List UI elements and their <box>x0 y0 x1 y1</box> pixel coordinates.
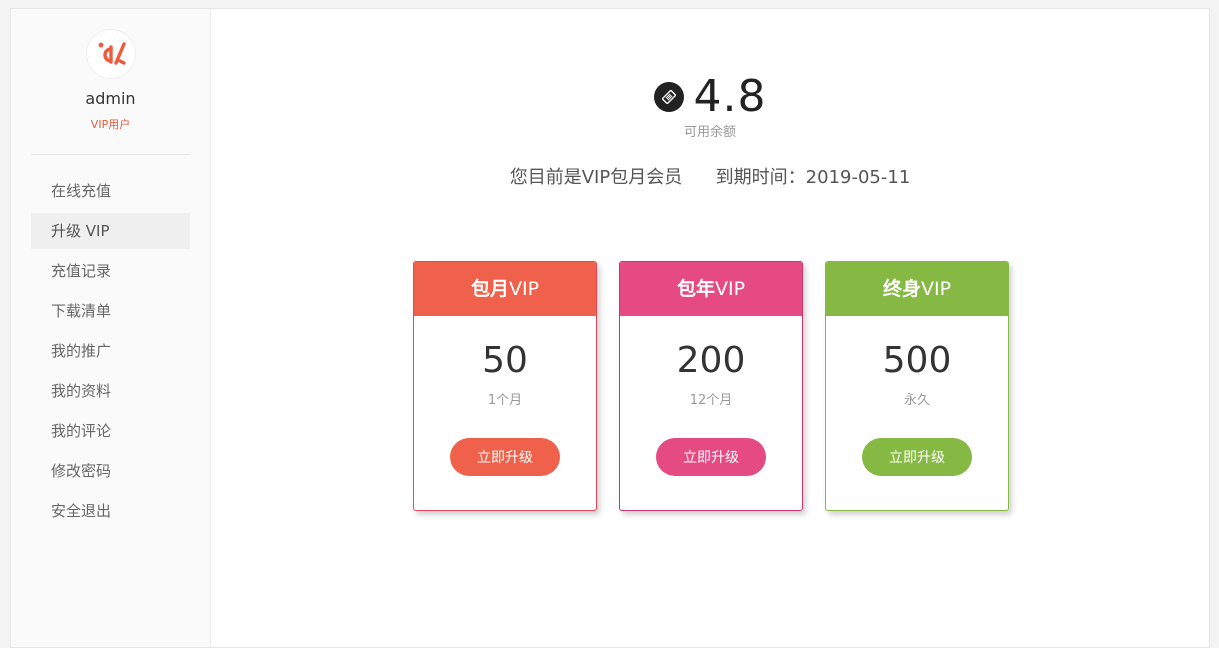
plan-term: 1个月 <box>487 393 523 408</box>
coin-icon <box>653 81 684 112</box>
plan-card-yearly: 包年VIP 200 12个月 立即升级 <box>619 261 803 511</box>
sidebar-item-promotion[interactable]: 我的推广 <box>31 333 190 369</box>
membership-info: 您目前是VIP包月会员 到期时间：2019-05-11 <box>211 163 1209 189</box>
sidebar-item-recharge[interactable]: 在线充值 <box>31 173 190 209</box>
sidebar-item-logout[interactable]: 安全退出 <box>31 493 190 529</box>
sidebar-item-upgrade-vip[interactable]: 升级 VIP <box>31 213 190 249</box>
membership-status: 您目前是VIP包月会员 <box>509 167 683 188</box>
sidebar-item-recharge-history[interactable]: 充值记录 <box>31 253 190 289</box>
sidebar: admin VIP用户 在线充值 升级 VIP 充值记录 下载清单 我的推广 我… <box>11 9 211 647</box>
sidebar-item-downloads[interactable]: 下载清单 <box>31 293 190 329</box>
balance-display: 4.8 <box>211 71 1209 122</box>
sidebar-item-profile[interactable]: 我的资料 <box>31 373 190 409</box>
user-role-badge: VIP用户 <box>90 118 131 131</box>
plan-card-monthly: 包月VIP 50 1个月 立即升级 <box>413 261 597 511</box>
expiry-label: 到期时间： <box>715 167 806 188</box>
username: admin <box>85 89 136 108</box>
plan-header: 包月VIP <box>414 262 596 316</box>
upgrade-monthly-button[interactable]: 立即升级 <box>450 438 560 476</box>
plan-term: 永久 <box>903 393 930 408</box>
sidebar-item-change-password[interactable]: 修改密码 <box>31 453 190 489</box>
page-frame: admin VIP用户 在线充值 升级 VIP 充值记录 下载清单 我的推广 我… <box>10 8 1210 648</box>
main-content: 4.8 可用余额 您目前是VIP包月会员 到期时间：2019-05-11 包月V… <box>211 9 1209 647</box>
plan-card-lifetime: 终身VIP 500 永久 立即升级 <box>825 261 1009 511</box>
brand-logo-icon <box>98 42 126 65</box>
sidebar-menu: 在线充值 升级 VIP 充值记录 下载清单 我的推广 我的资料 我的评论 修改密… <box>11 173 210 529</box>
user-profile: admin VIP用户 <box>11 9 210 132</box>
avatar[interactable] <box>85 29 136 79</box>
plan-price: 500 <box>882 340 952 381</box>
expiry-date: 2019-05-11 <box>805 167 911 188</box>
vip-plans: 包月VIP 50 1个月 立即升级 包年VIP 200 12个月 立即升级 终身… <box>413 261 1009 511</box>
upgrade-yearly-button[interactable]: 立即升级 <box>656 438 766 476</box>
balance-value: 4.8 <box>693 71 767 122</box>
plan-header: 终身VIP <box>826 262 1008 316</box>
sidebar-item-comments[interactable]: 我的评论 <box>31 413 190 449</box>
plan-price: 200 <box>676 340 746 381</box>
plan-price: 50 <box>482 340 528 381</box>
plan-header: 包年VIP <box>620 262 802 316</box>
upgrade-lifetime-button[interactable]: 立即升级 <box>862 438 972 476</box>
sidebar-divider <box>31 154 190 155</box>
plan-term: 12个月 <box>689 393 733 408</box>
balance-label: 可用余额 <box>683 125 736 140</box>
